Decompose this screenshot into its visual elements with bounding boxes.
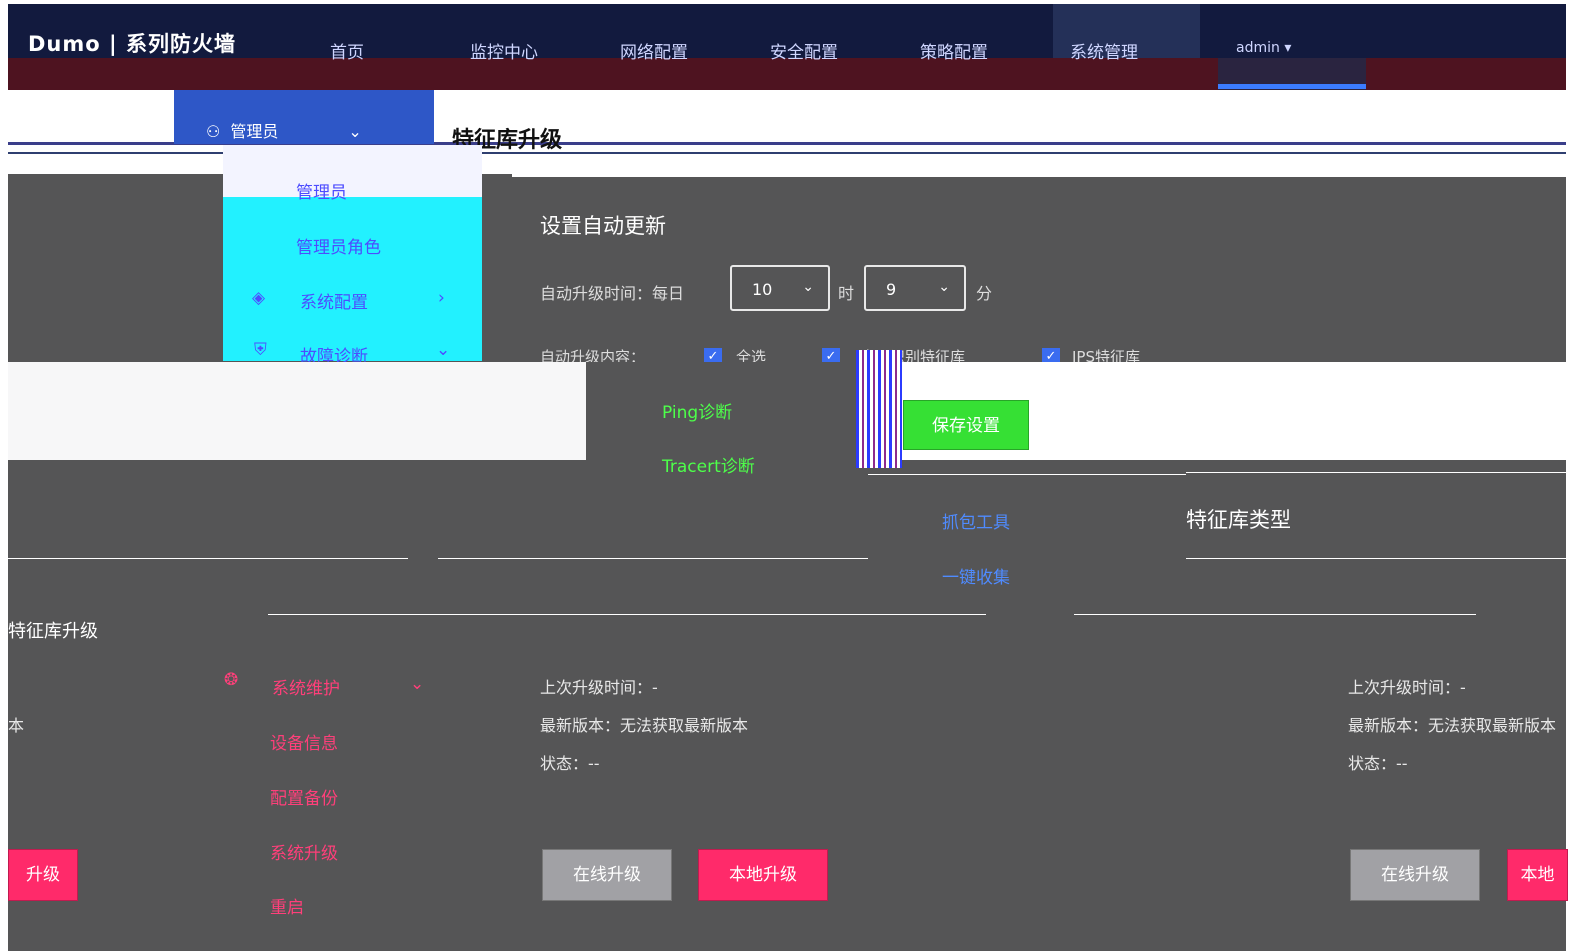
chevron-down-icon: ⌄ [802,279,814,295]
menu-item-capture[interactable]: 抓包工具 [942,508,1010,533]
user-menu[interactable]: admin ▾ [1236,40,1291,56]
nav-home[interactable]: 首页 [330,38,364,63]
last-upgrade-time: 上次升级时间：- [540,678,658,697]
menu-item-system-upgrade[interactable]: 系统升级 [270,839,338,864]
maintenance-icon: ❂ [224,670,239,690]
upgrade-status: 状态：-- [1348,754,1408,773]
brand-logo: Dumo | 系列防火墙 [28,32,236,56]
divider [868,474,1186,475]
active-tab-indicator [1218,84,1366,89]
diamond-icon: ◈ [252,288,266,308]
left-card-title: 特征库升级 [8,621,98,642]
nav-system[interactable]: 系统管理 [1070,38,1138,63]
save-settings-button[interactable]: 保存设置 [903,400,1029,450]
divider [1186,472,1566,473]
middle-card-title: 特征库类型 [1186,508,1291,532]
divider [8,558,408,559]
local-upgrade-button[interactable]: 本地 [1507,849,1568,901]
menu-item-tracert[interactable]: Tracert诊断 [662,452,755,477]
minute-select[interactable]: 9 ⌄ [864,265,966,311]
hour-select[interactable]: 10 ⌄ [730,265,830,311]
dropdown-menu-header [223,145,482,197]
glitch-band-left [8,362,586,460]
chevron-down-icon: ⌄ [938,279,950,295]
menu-item-system-config[interactable]: 系统配置 [300,288,368,313]
chevron-down-icon: ⌄ [348,122,362,141]
nav-security[interactable]: 安全配置 [770,38,838,63]
glitch-strip [856,350,902,468]
menu-item-admin-role[interactable]: 管理员角色 [296,233,381,258]
menu-item-device-info[interactable]: 设备信息 [270,729,338,754]
shield-icon: ⛨ [254,340,267,360]
divider [268,614,986,615]
local-upgrade-button[interactable]: 升级 [8,849,78,901]
user-icon: ⚇ [206,122,221,141]
minute-unit: 分 [976,284,993,303]
divider [438,558,868,559]
last-upgrade-time: 上次升级时间：- [1348,678,1466,697]
chevron-right-icon: › [438,288,445,308]
local-upgrade-button[interactable]: 本地升级 [698,849,828,901]
nav-policy[interactable]: 策略配置 [920,38,988,63]
latest-version: 最新版本：无法获取最新版本 [1348,716,1557,735]
chevron-down-icon: ⌄ [410,674,425,694]
menu-item-config-backup[interactable]: 配置备份 [270,784,338,809]
chevron-down-icon: ⌄ [436,340,451,360]
upgrade-time-label: 自动升级时间：每日 [540,284,685,303]
hour-unit: 时 [838,284,855,303]
divider [1074,614,1476,615]
upgrade-status: 状态：-- [540,754,600,773]
online-upgrade-button[interactable]: 在线升级 [542,849,672,901]
auto-update-panel [512,174,1566,362]
divider [1186,558,1566,559]
menu-item-reboot[interactable]: 重启 [270,893,304,918]
menu-item-ping[interactable]: Ping诊断 [662,398,732,423]
online-upgrade-button[interactable]: 在线升级 [1350,849,1480,901]
nav-monitor[interactable]: 监控中心 [470,38,538,63]
dropdown-menu [223,197,482,361]
menu-item-admin[interactable]: 管理员 [296,178,347,203]
latest-version: 最新版本：无法获取最新版本 [540,716,749,735]
nav-network[interactable]: 网络配置 [620,38,688,63]
admin-menu-label: ⚇ 管理员 ⌄ [206,122,362,141]
menu-item-one-click[interactable]: 一键收集 [942,563,1010,588]
latest-version-partial: 本 [8,716,25,735]
menu-item-system-maint[interactable]: 系统维护 [272,674,340,699]
settings-title: 设置自动更新 [540,214,666,238]
